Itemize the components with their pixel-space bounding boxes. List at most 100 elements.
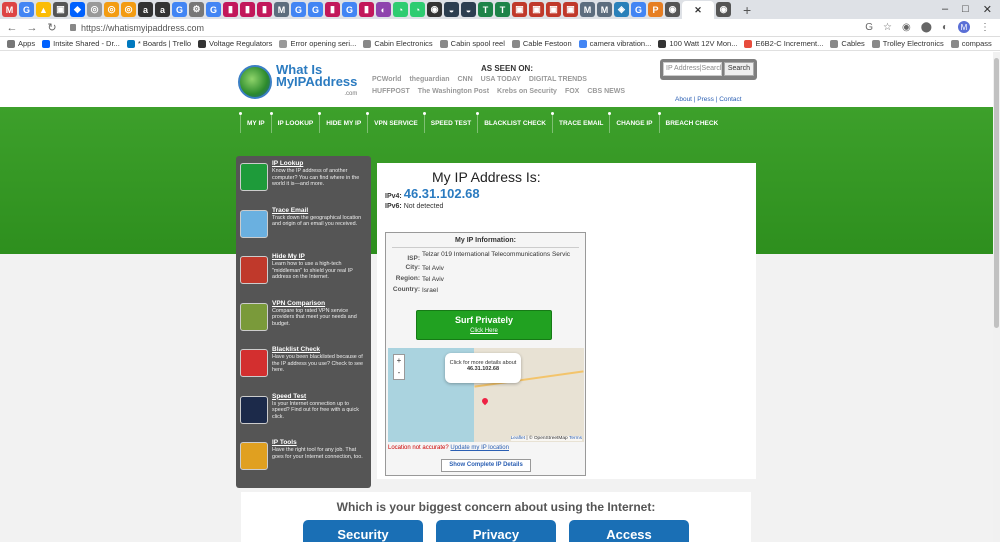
- gmail-tab-icon[interactable]: M: [2, 2, 17, 17]
- scrollbar-thumb[interactable]: [994, 58, 999, 328]
- tab-icon[interactable]: ▮: [359, 2, 374, 17]
- page-scrollbar[interactable]: [993, 52, 1000, 542]
- sidebar-item-title[interactable]: Speed Test: [272, 392, 367, 401]
- new-tab-icon[interactable]: +: [743, 2, 751, 18]
- tab-icon[interactable]: ◉: [716, 2, 731, 17]
- tab-icon[interactable]: ◔: [410, 2, 425, 17]
- tab-icon[interactable]: ▣: [546, 2, 561, 17]
- bookmark-item[interactable]: compass: [950, 39, 992, 48]
- extension-icon[interactable]: ◉: [902, 22, 911, 33]
- tab-icon[interactable]: ▣: [512, 2, 527, 17]
- sidebar-item-title[interactable]: Trace Email: [272, 206, 367, 215]
- nav-change-ip[interactable]: CHANGE IP: [608, 112, 658, 133]
- nav-trace-email[interactable]: TRACE EMAIL: [550, 112, 609, 133]
- sidebar-item-trace-email[interactable]: Trace Email Track down the geographical l…: [240, 206, 367, 253]
- site-logo[interactable]: What Is MyIPAddress .com: [238, 63, 357, 100]
- translate-icon[interactable]: G: [865, 22, 873, 33]
- nav-blacklist-check[interactable]: BLACKLIST CHECK: [476, 112, 552, 133]
- map-pin-icon[interactable]: [480, 396, 490, 406]
- tab-icon[interactable]: ◈: [614, 2, 629, 17]
- tab-icon[interactable]: ◎: [104, 2, 119, 17]
- amazon-tab-icon[interactable]: a: [155, 2, 170, 17]
- tab-icon[interactable]: ◎: [87, 2, 102, 17]
- bookmark-item[interactable]: E6B2-C Increment...: [744, 39, 823, 48]
- tab-icon[interactable]: ◐: [376, 2, 391, 17]
- search-button[interactable]: Search: [723, 62, 754, 76]
- bookmark-item[interactable]: Cable Festoon: [511, 39, 572, 48]
- close-icon[interactable]: ✕: [983, 3, 992, 16]
- extension-icon[interactable]: ⬤: [921, 22, 932, 33]
- nav-hide-my-ip[interactable]: HIDE MY IP: [318, 112, 367, 133]
- tab-icon[interactable]: M: [597, 2, 612, 17]
- tab-icon[interactable]: ▣: [529, 2, 544, 17]
- nav-speed-test[interactable]: SPEED TEST: [422, 112, 477, 133]
- google-tab-icon[interactable]: G: [172, 2, 187, 17]
- nav-my-ip[interactable]: MY IP: [239, 112, 271, 133]
- update-location-link[interactable]: Update my IP location: [450, 445, 509, 451]
- bookmark-item[interactable]: 100 Watt 12V Mon...: [658, 39, 737, 48]
- tab-icon[interactable]: ◔: [393, 2, 408, 17]
- click-here-link[interactable]: Click Here: [417, 328, 551, 334]
- sidebar-item-title[interactable]: VPN Comparison: [272, 299, 367, 308]
- amazon-tab-icon[interactable]: a: [138, 2, 153, 17]
- tab-icon[interactable]: ◒: [444, 2, 459, 17]
- tab-icon[interactable]: ▣: [563, 2, 578, 17]
- bookmark-item[interactable]: Voltage Regulators: [198, 39, 272, 48]
- sidebar-item-title[interactable]: Hide My IP: [272, 252, 367, 261]
- sidebar-item-vpn-comparison[interactable]: VPN Comparison Compare top rated VPN serv…: [240, 299, 367, 346]
- tab-icon[interactable]: ◎: [121, 2, 136, 17]
- sidebar-item-title[interactable]: IP Lookup: [272, 159, 367, 168]
- active-tab[interactable]: ✕: [682, 1, 714, 19]
- drive-tab-icon[interactable]: ▲: [36, 2, 51, 17]
- tab-icon[interactable]: M: [274, 2, 289, 17]
- forward-icon[interactable]: →: [24, 22, 40, 34]
- bookmark-item[interactable]: Apps: [7, 39, 35, 48]
- ip-search-input[interactable]: IP Address|Search: [663, 62, 722, 76]
- bookmark-item[interactable]: Cables: [830, 39, 865, 48]
- bookmark-item[interactable]: Cabin Electronics: [363, 39, 433, 48]
- map-popup[interactable]: Click for more details about 46.31.102.6…: [445, 353, 521, 383]
- google-tab-icon[interactable]: G: [308, 2, 323, 17]
- google-tab-icon[interactable]: G: [342, 2, 357, 17]
- tab-icon[interactable]: T: [478, 2, 493, 17]
- terms-link[interactable]: Terms: [569, 436, 582, 441]
- bookmark-item[interactable]: camera vibration...: [578, 39, 651, 48]
- leaflet-link[interactable]: Leaflet: [511, 436, 525, 441]
- security-button[interactable]: Security: [303, 520, 423, 542]
- tab-icon[interactable]: ▮: [223, 2, 238, 17]
- bookmark-item[interactable]: Error opening seri...: [279, 39, 356, 48]
- sidebar-item-hide-my-ip[interactable]: Hide My IP Learn how to use a high-tech "…: [240, 252, 367, 299]
- url-field[interactable]: https://whatismyipaddress.com: [70, 23, 204, 33]
- menu-icon[interactable]: ⋮: [980, 22, 990, 33]
- bookmark-item[interactable]: Trolley Electronics: [871, 39, 944, 48]
- nav-breach-check[interactable]: BREACH CHECK: [657, 112, 725, 133]
- tab-icon[interactable]: ▣: [53, 2, 68, 17]
- map-zoom-control[interactable]: + -: [393, 354, 405, 380]
- about-press-contact-links[interactable]: About | Press | Contact: [675, 96, 742, 103]
- tab-icon[interactable]: P: [648, 2, 663, 17]
- google-tab-icon[interactable]: G: [19, 2, 34, 17]
- avatar[interactable]: M: [958, 21, 970, 33]
- tab-icon[interactable]: ▮: [257, 2, 272, 17]
- show-complete-details-button[interactable]: Show Complete IP Details: [441, 459, 531, 472]
- tab-icon[interactable]: ◉: [665, 2, 680, 17]
- privacy-button[interactable]: Privacy: [436, 520, 556, 542]
- back-icon[interactable]: ←: [4, 22, 20, 34]
- tab-icon[interactable]: M: [580, 2, 595, 17]
- surf-privately-button[interactable]: Surf Privately Click Here: [416, 310, 552, 340]
- sidebar-item-ip-tools[interactable]: IP Tools Have the right tool for any job.…: [240, 438, 367, 485]
- bookmark-item[interactable]: Cabin spool reel: [439, 39, 505, 48]
- maximize-icon[interactable]: □: [962, 3, 969, 16]
- dropbox-tab-icon[interactable]: ◆: [70, 2, 85, 17]
- nav-ip-lookup[interactable]: IP LOOKUP: [269, 112, 320, 133]
- access-button[interactable]: Access: [569, 520, 689, 542]
- reload-icon[interactable]: ↻: [44, 21, 60, 34]
- sidebar-item-blacklist-check[interactable]: Blacklist Check Have you been blacklisted…: [240, 345, 367, 392]
- sidebar-item-title[interactable]: IP Tools: [272, 438, 367, 447]
- google-tab-icon[interactable]: G: [291, 2, 306, 17]
- tab-icon[interactable]: ◉: [427, 2, 442, 17]
- bookmark-star-icon[interactable]: ☆: [883, 22, 892, 33]
- url-text[interactable]: https://whatismyipaddress.com: [81, 23, 204, 33]
- bookmark-item[interactable]: Intsite Shared - Dr...: [42, 39, 120, 48]
- tab-icon[interactable]: ▮: [325, 2, 340, 17]
